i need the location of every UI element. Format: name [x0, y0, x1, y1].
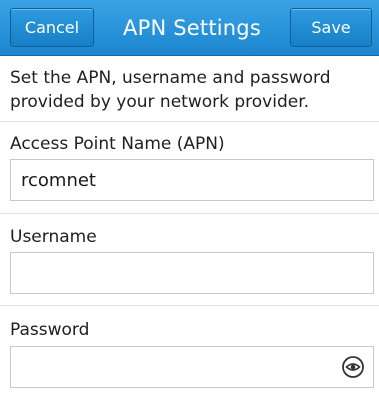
password-label: Password: [10, 320, 90, 340]
page-title: APN Settings: [123, 16, 261, 40]
username-label: Username: [10, 227, 97, 247]
description-text: Set the APN, username and password provi…: [10, 68, 331, 112]
title-bar: Cancel APN Settings Save: [0, 0, 379, 56]
divider: [0, 213, 379, 214]
eye-icon[interactable]: [342, 356, 364, 378]
password-input[interactable]: [10, 346, 374, 388]
username-input[interactable]: [10, 252, 374, 294]
cancel-button[interactable]: Cancel: [10, 8, 94, 47]
divider: [0, 305, 379, 306]
divider: [0, 121, 379, 122]
apn-label: Access Point Name (APN): [10, 134, 225, 154]
apn-input[interactable]: [10, 159, 374, 201]
save-button[interactable]: Save: [290, 8, 372, 47]
